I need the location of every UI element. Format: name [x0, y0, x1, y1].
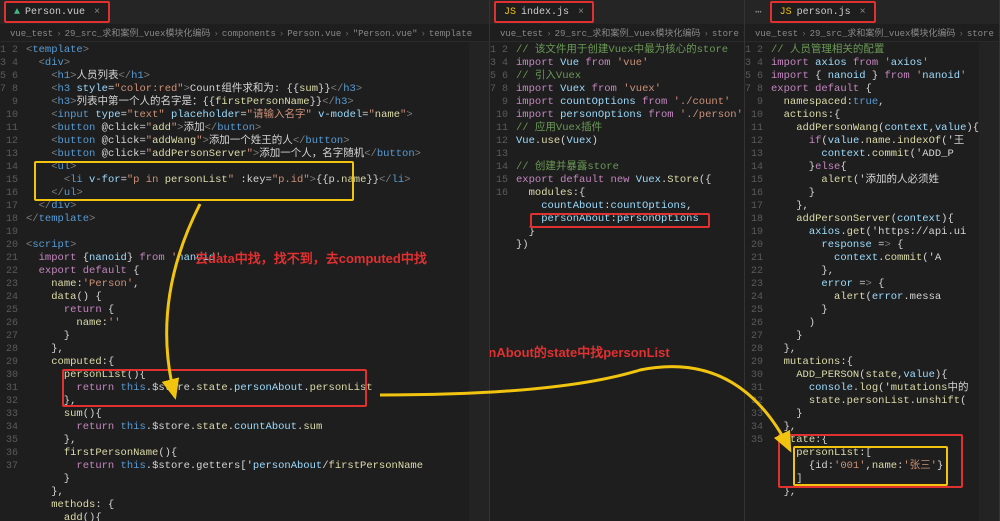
code-area[interactable]: // 人员管理相关的配置 import axios from 'axios' i…: [771, 42, 979, 521]
code-area[interactable]: // 该文件用于创建Vuex中最为核心的store import Vue fro…: [516, 42, 744, 521]
breadcrumb[interactable]: vue_test›29_src_求和案例_vuex模块化编码›store›ind…: [490, 24, 744, 42]
editor-pane-2: JS index.js × vue_test›29_src_求和案例_vuex模…: [490, 0, 745, 521]
editor-body[interactable]: 1 2 3 4 5 6 7 8 9 10 11 12 13 14 15 16 1…: [745, 42, 999, 521]
line-gutter: 1 2 3 4 5 6 7 8 9 10 11 12 13 14 15 16 1…: [0, 42, 26, 521]
tab-bar: ⋯ JS person.js ×: [745, 0, 999, 24]
close-icon[interactable]: ×: [578, 7, 584, 18]
code-area[interactable]: <template> <div> <h1>人员列表</h1> <h3 style…: [26, 42, 469, 521]
editor-body[interactable]: 1 2 3 4 5 6 7 8 9 10 11 12 13 14 15 16 /…: [490, 42, 744, 521]
tab-bar: ▲ Person.vue ×: [0, 0, 489, 24]
tab-label: index.js: [521, 7, 569, 18]
close-icon[interactable]: ×: [94, 7, 100, 18]
editor-pane-1: ▲ Person.vue × vue_test›29_src_求和案例_vuex…: [0, 0, 490, 521]
breadcrumb[interactable]: vue_test›29_src_求和案例_vuex模块化编码›store›per…: [745, 24, 999, 42]
more-icon[interactable]: ⋯: [749, 5, 768, 19]
tab-label: Person.vue: [25, 7, 85, 18]
tab-label: person.js: [797, 7, 851, 18]
minimap[interactable]: [469, 42, 489, 521]
tab-person-vue[interactable]: ▲ Person.vue ×: [4, 1, 110, 23]
js-icon: JS: [504, 7, 516, 18]
close-icon[interactable]: ×: [860, 7, 866, 18]
breadcrumb[interactable]: vue_test›29_src_求和案例_vuex模块化编码›component…: [0, 24, 489, 42]
tab-bar: JS index.js ×: [490, 0, 744, 24]
tab-index-js[interactable]: JS index.js ×: [494, 1, 594, 23]
vue-icon: ▲: [14, 7, 20, 18]
line-gutter: 1 2 3 4 5 6 7 8 9 10 11 12 13 14 15 16: [490, 42, 516, 521]
editor-pane-3: ⋯ JS person.js × vue_test›29_src_求和案例_vu…: [745, 0, 1000, 521]
minimap[interactable]: [979, 42, 999, 521]
js-icon: JS: [780, 7, 792, 18]
line-gutter: 1 2 3 4 5 6 7 8 9 10 11 12 13 14 15 16 1…: [745, 42, 771, 521]
editor-body[interactable]: 1 2 3 4 5 6 7 8 9 10 11 12 13 14 15 16 1…: [0, 42, 489, 521]
tab-person-js[interactable]: JS person.js ×: [770, 1, 876, 23]
